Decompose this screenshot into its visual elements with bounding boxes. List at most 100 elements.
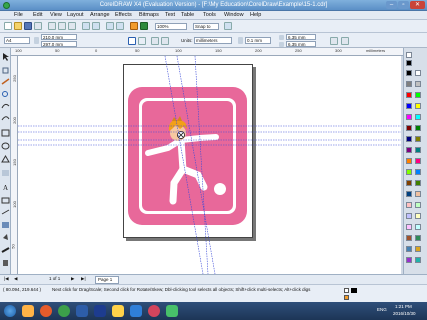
snap-to-select[interactable]: Snap to (193, 23, 219, 30)
palette-swatch[interactable] (406, 147, 412, 153)
portrait-button[interactable] (128, 37, 136, 45)
palette-swatch[interactable] (406, 180, 412, 186)
menu-table[interactable]: Table (181, 12, 194, 19)
palette-swatch[interactable] (415, 257, 421, 263)
menu-help[interactable]: Help (250, 12, 261, 19)
palette-swatch[interactable] (415, 70, 421, 76)
palette-swatch[interactable] (406, 257, 412, 263)
clock-date[interactable]: 2016/10/30 (393, 311, 416, 317)
page-tab[interactable]: Page 1 (95, 276, 119, 284)
palette-swatch[interactable] (415, 114, 421, 120)
current-page-button[interactable] (161, 37, 169, 45)
palette-swatch[interactable] (415, 136, 421, 142)
palette-swatch[interactable] (406, 81, 412, 87)
close-button[interactable]: ✕ (410, 1, 425, 9)
last-page-button[interactable]: ▶| (81, 276, 86, 282)
import-icon[interactable] (106, 22, 114, 30)
palette-swatch[interactable] (406, 136, 412, 142)
palette-swatch[interactable] (406, 213, 412, 219)
fill-indicator-icon[interactable] (344, 288, 349, 293)
palette-swatch[interactable] (415, 191, 421, 197)
maximize-button[interactable]: ▫ (398, 1, 409, 9)
copy-icon[interactable] (58, 22, 66, 30)
palette-swatch[interactable] (406, 114, 412, 120)
horizontal-ruler[interactable]: 100 50 0 50 100 150 200 250 300 millimet… (11, 48, 403, 56)
palette-swatch[interactable] (406, 246, 412, 252)
export-icon[interactable] (116, 22, 124, 30)
menu-layout[interactable]: Layout (67, 12, 84, 19)
menu-file[interactable]: File (14, 12, 23, 19)
undo-icon[interactable] (82, 22, 90, 30)
palette-swatch[interactable] (406, 70, 412, 76)
paper-size-select[interactable]: A4 (4, 37, 30, 44)
duplicate-distance-y-field[interactable]: 6.35 mm (286, 41, 316, 47)
paste-icon[interactable] (68, 22, 76, 30)
palette-swatch[interactable] (406, 235, 412, 241)
menu-arrange[interactable]: Arrange (90, 12, 110, 19)
start-button-icon[interactable] (4, 305, 16, 317)
language-indicator[interactable]: ENG (377, 307, 387, 313)
drawing-canvas[interactable] (18, 56, 401, 274)
photoshop-icon[interactable] (94, 305, 106, 317)
palette-swatch[interactable] (415, 103, 421, 109)
palette-swatch[interactable] (406, 202, 412, 208)
palette-swatch[interactable] (415, 81, 421, 87)
page-height-field[interactable]: 297.0 mm (41, 41, 77, 47)
folder-icon[interactable] (112, 305, 124, 317)
menu-edit[interactable]: Edit (33, 12, 42, 19)
media-icon[interactable] (148, 305, 160, 317)
treat-as-filled-icon[interactable] (330, 37, 338, 45)
palette-swatch[interactable] (415, 246, 421, 252)
palette-swatch[interactable] (406, 191, 412, 197)
sign-artwork[interactable] (124, 65, 254, 239)
palette-swatch[interactable] (415, 125, 421, 131)
outline-indicator-icon[interactable] (351, 288, 357, 293)
palette-swatch[interactable] (406, 158, 412, 164)
nudge-distance-field[interactable]: 0.1 mm (245, 37, 271, 44)
document-page[interactable] (123, 64, 253, 238)
vertical-ruler[interactable]: 250 200 150 100 50 (11, 56, 18, 274)
menu-view[interactable]: View (50, 12, 62, 19)
palette-swatch[interactable] (415, 213, 421, 219)
palette-swatch[interactable] (406, 224, 412, 230)
palette-swatch[interactable] (415, 92, 421, 98)
zoom-level-select[interactable]: 100% (155, 23, 187, 30)
color-indicator-icon[interactable] (344, 295, 349, 300)
snap-icon[interactable] (341, 37, 349, 45)
menu-bitmaps[interactable]: Bitmaps (139, 12, 159, 19)
palette-swatch[interactable] (406, 60, 412, 66)
palette-swatch[interactable] (415, 169, 421, 175)
application-launcher-icon[interactable] (130, 22, 138, 30)
soccer-ball[interactable] (214, 183, 226, 195)
prev-page-button[interactable]: ◀ (14, 276, 17, 282)
page-width-field[interactable]: 210.0 mm (41, 34, 77, 40)
save-icon[interactable] (24, 22, 32, 30)
no-color-swatch[interactable] (406, 52, 412, 58)
all-pages-button[interactable] (151, 37, 159, 45)
duplicate-distance-x-field[interactable]: 6.35 mm (286, 34, 316, 40)
palette-swatch[interactable] (406, 169, 412, 175)
options-icon[interactable] (224, 22, 232, 30)
explorer-icon[interactable] (22, 305, 34, 317)
open-icon[interactable] (14, 22, 22, 30)
tool-icons[interactable]: A (0, 48, 11, 274)
chrome-icon[interactable] (58, 305, 70, 317)
minimize-button[interactable]: – (386, 1, 397, 9)
palette-swatch[interactable] (415, 202, 421, 208)
rotation-center-marker[interactable] (177, 131, 185, 139)
palette-swatch[interactable] (415, 158, 421, 164)
palette-swatch[interactable] (406, 92, 412, 98)
palette-swatch[interactable] (415, 235, 421, 241)
redo-icon[interactable] (92, 22, 100, 30)
firefox-icon[interactable] (40, 305, 52, 317)
next-page-button[interactable]: ▶ (71, 276, 74, 282)
cut-icon[interactable] (48, 22, 56, 30)
palette-swatch[interactable] (415, 180, 421, 186)
palette-swatch[interactable] (415, 224, 421, 230)
menu-text[interactable]: Text (165, 12, 175, 19)
menu-effects[interactable]: Effects (115, 12, 132, 19)
welcome-screen-icon[interactable] (140, 22, 148, 30)
palette-swatch[interactable] (415, 147, 421, 153)
palette-swatch[interactable] (406, 103, 412, 109)
palette-swatch[interactable] (406, 125, 412, 131)
